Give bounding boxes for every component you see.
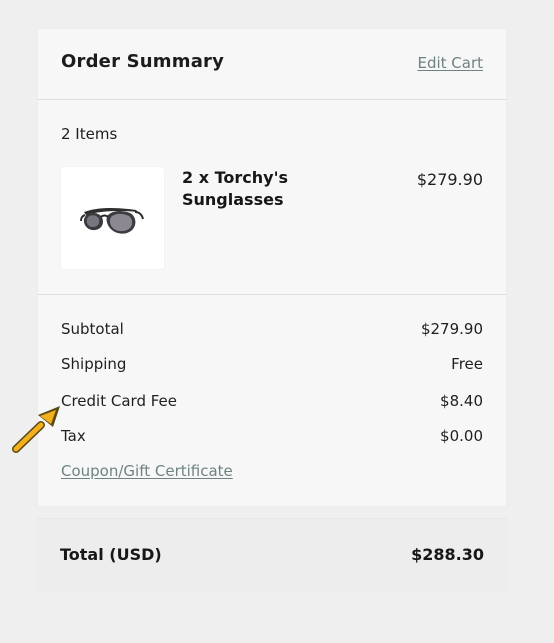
subtotal-label: Subtotal — [61, 320, 124, 338]
tax-row: Tax $0.00 — [61, 427, 483, 449]
credit-card-fee-label: Credit Card Fee — [61, 392, 178, 410]
subtotal-value: $279.90 — [420, 320, 483, 338]
product-name: 2 x Torchy's Sunglasses — [182, 168, 288, 209]
total-value: $288.30 — [411, 545, 484, 564]
tax-label: Tax — [61, 427, 86, 445]
product-image — [61, 167, 164, 269]
order-summary-card: Order Summary Edit Cart 2 Items 2 x Torc… — [37, 28, 507, 507]
shipping-row: Shipping Free — [61, 355, 483, 377]
subtotal-row: Subtotal $279.90 — [61, 320, 483, 342]
shipping-label: Shipping — [61, 355, 127, 373]
sunglasses-icon — [61, 167, 164, 269]
order-total-card: Total (USD) $288.30 — [37, 518, 507, 592]
product-price: $279.90 — [416, 170, 483, 189]
cart-items-section: 2 Items 2 x Torchy's Sunglasses $279.90 — [38, 100, 506, 295]
items-count: 2 Items — [61, 125, 118, 143]
edit-cart-link[interactable]: Edit Cart — [417, 54, 483, 72]
shipping-value: Free — [451, 355, 483, 373]
checkout-order-summary-page: Order Summary Edit Cart 2 Items 2 x Torc… — [0, 0, 554, 643]
coupon-gift-certificate-link[interactable]: Coupon/Gift Certificate — [61, 462, 233, 480]
tax-value: $0.00 — [440, 427, 483, 445]
order-summary-title: Order Summary — [61, 51, 225, 72]
order-summary-header: Order Summary Edit Cart — [38, 29, 506, 100]
summary-totals-section: Subtotal $279.90 Shipping Free Credit Ca… — [38, 295, 506, 506]
total-label: Total (USD) — [60, 545, 162, 564]
credit-card-fee-value: $8.40 — [440, 392, 483, 410]
credit-card-fee-row: Credit Card Fee $8.40 — [61, 392, 483, 414]
